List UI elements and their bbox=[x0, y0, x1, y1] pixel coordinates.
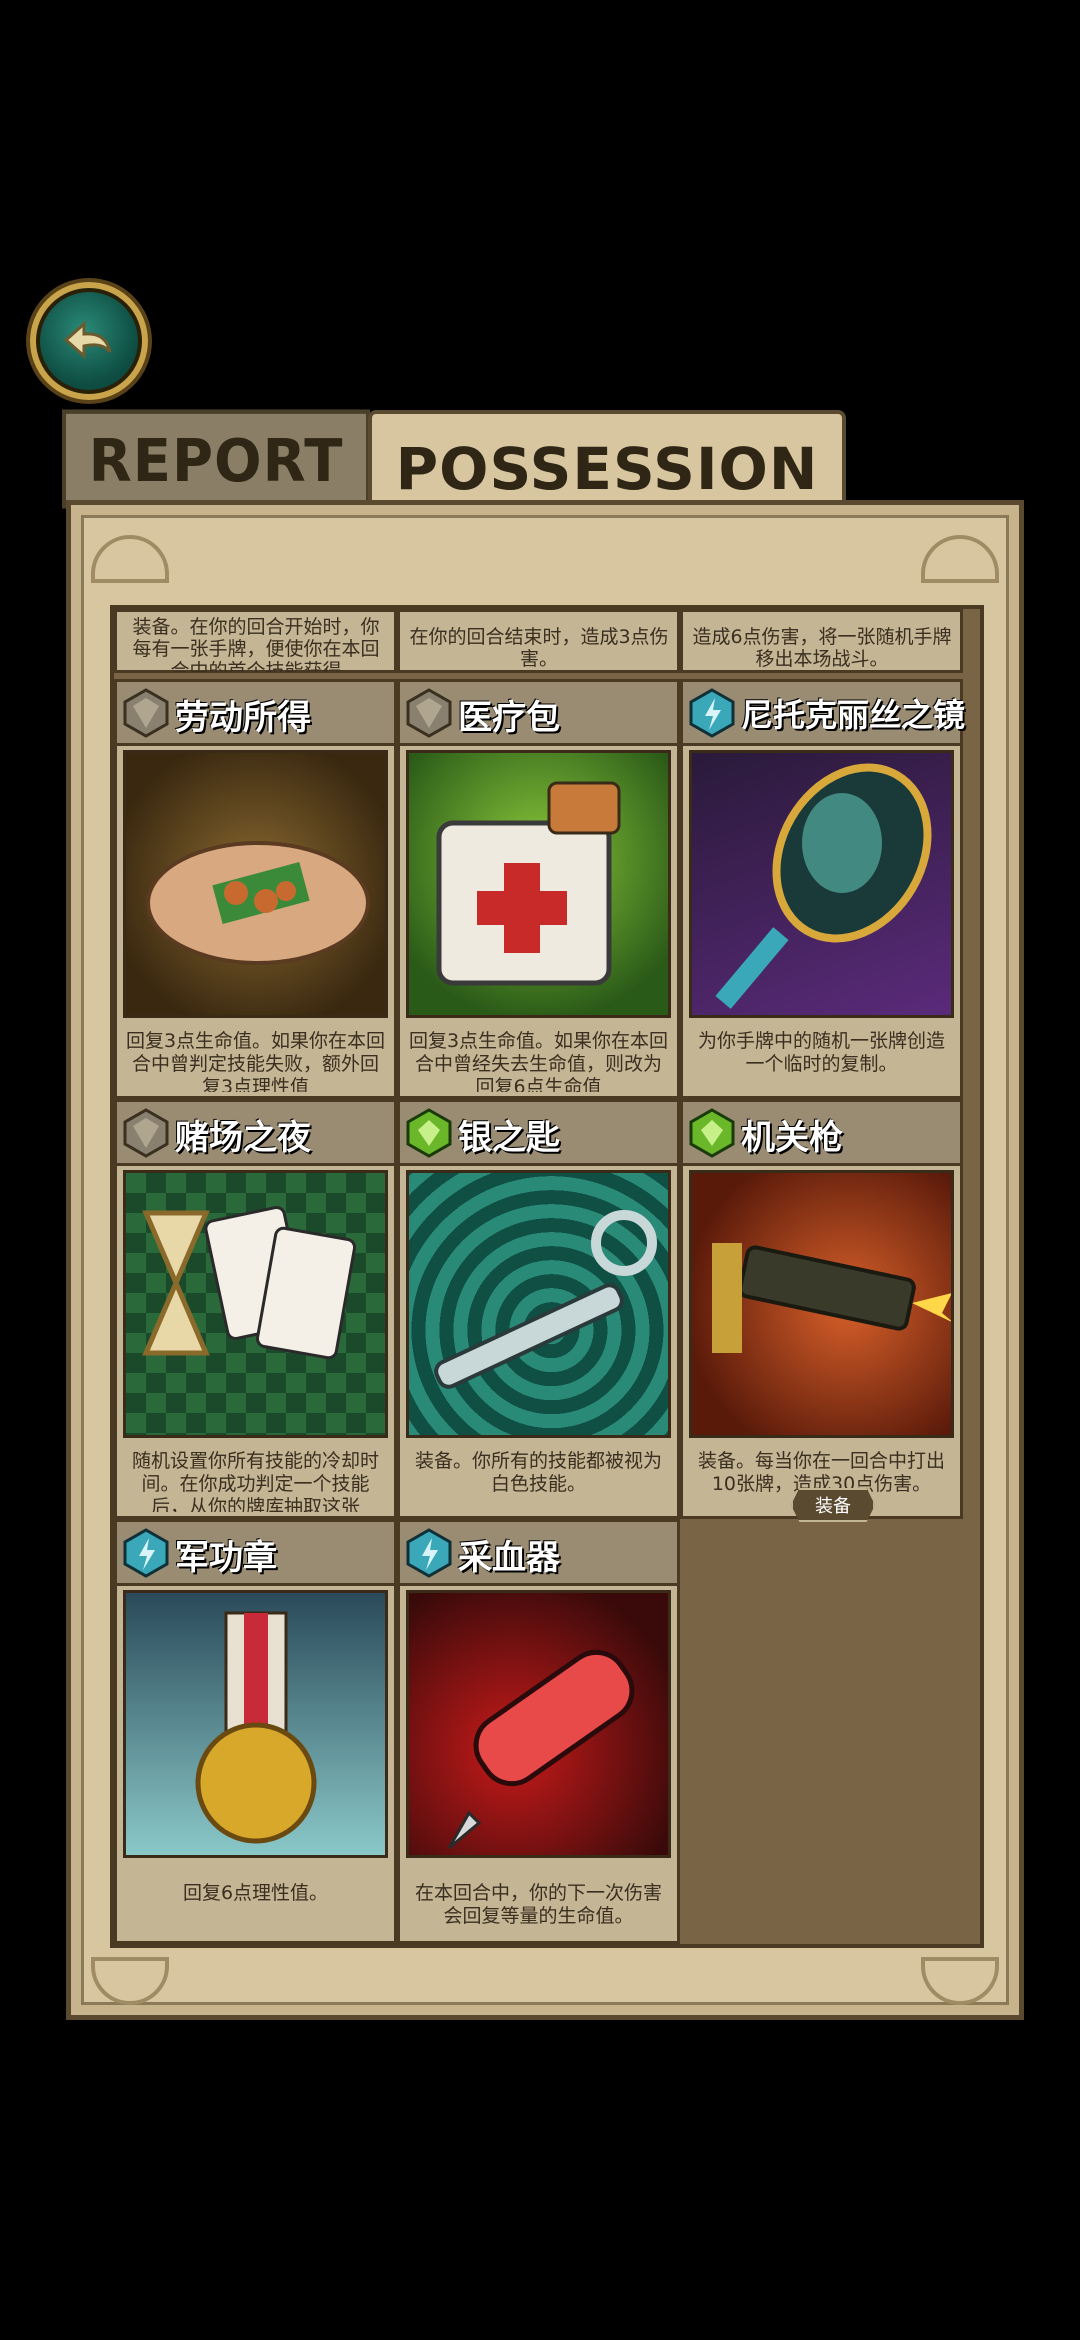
card-description: 装备。在你的回合开始时，你每有一张手牌，便使你在本回合中的首个技能获得 bbox=[132, 616, 380, 672]
ornament-left bbox=[91, 535, 169, 583]
card-description: 回复6点理性值。 bbox=[182, 1882, 329, 1904]
card-title: 采血器 bbox=[458, 1538, 560, 1578]
card-title: 军功章 bbox=[175, 1538, 277, 1578]
card-art-medal bbox=[123, 1590, 388, 1858]
blue-gem-icon bbox=[689, 688, 735, 738]
gray-gem-icon bbox=[123, 688, 169, 738]
card-art-medkit bbox=[406, 750, 671, 1018]
green-gem-icon bbox=[406, 1108, 452, 1158]
card-partial[interactable]: 造成6点伤害，将一张随机手牌移出本场战斗。 bbox=[680, 609, 963, 673]
gray-gem-icon bbox=[123, 1108, 169, 1158]
card-art-key bbox=[406, 1170, 671, 1438]
green-gem-icon bbox=[689, 1108, 735, 1158]
card-art-cards bbox=[123, 1170, 388, 1438]
card-machine-gun[interactable]: 机关枪 装备。每当你在一回合中打出10张牌，造成30点伤害。 装备 bbox=[680, 1099, 963, 1522]
card-title: 尼托克丽丝之镜 bbox=[741, 696, 966, 734]
card-blood-collector[interactable]: 采血器 在本回合中，你的下一次伤害会回复等量的生命值。 bbox=[397, 1519, 680, 1944]
card-title: 银之匙 bbox=[458, 1118, 560, 1158]
card-title: 机关枪 bbox=[741, 1118, 843, 1158]
card-title: 劳动所得 bbox=[175, 698, 311, 738]
card-labor-gain[interactable]: 劳动所得 回复3点生命值。如果你在本回合中曾判定技能失败，额外回复3点理性值 bbox=[114, 679, 397, 1099]
card-art-hands bbox=[123, 750, 388, 1018]
tab-report[interactable]: REPORT bbox=[62, 409, 370, 509]
card-partial[interactable]: 在你的回合结束时，造成3点伤害。 bbox=[397, 609, 680, 673]
card-title: 赌场之夜 bbox=[175, 1118, 311, 1158]
blue-gem-icon bbox=[123, 1528, 169, 1578]
back-arrow-icon bbox=[63, 320, 112, 360]
card-medkit[interactable]: 医疗包 回复3点生命值。如果你在本回合中曾经失去生命值，则改为回复6点生命值 bbox=[397, 679, 680, 1099]
card-description: 随机设置你所有技能的冷却时间。在你成功判定一个技能后，从你的牌库抽取这张 bbox=[131, 1450, 379, 1512]
card-description: 在本回合中，你的下一次伤害会回复等量的生命值。 bbox=[414, 1882, 662, 1927]
card-description: 造成6点伤害，将一张随机手牌移出本场战斗。 bbox=[692, 626, 952, 670]
card-nitocris-mirror[interactable]: 尼托克丽丝之镜 为你手牌中的随机一张牌创造一个临时的复制。 bbox=[680, 679, 966, 1099]
card-description: 为你手牌中的随机一张牌创造一个临时的复制。 bbox=[697, 1030, 945, 1075]
card-casino-night[interactable]: 赌场之夜 随机设置你所有技能的冷却时间。在你成功判定一个技能后，从你的牌库抽取这… bbox=[114, 1099, 397, 1519]
ornament-bottom-left bbox=[91, 1957, 169, 2005]
card-description: 装备。你所有的技能都被视为白色技能。 bbox=[414, 1450, 662, 1495]
card-art-syringe bbox=[406, 1590, 671, 1858]
card-art-machine-gun bbox=[689, 1170, 954, 1438]
card-art-mirror bbox=[689, 750, 954, 1018]
card-military-medal[interactable]: 军功章 回复6点理性值。 bbox=[114, 1519, 397, 1944]
card-partial[interactable]: 装备。在你的回合开始时，你每有一张手牌，便使你在本回合中的首个技能获得 bbox=[114, 609, 397, 673]
card-silver-key[interactable]: 银之匙 装备。你所有的技能都被视为白色技能。 bbox=[397, 1099, 680, 1519]
ornament-bottom-right bbox=[921, 1957, 999, 2005]
back-button[interactable] bbox=[30, 282, 148, 400]
card-title: 医疗包 bbox=[458, 698, 560, 738]
ornament-right bbox=[921, 535, 999, 583]
blue-gem-icon bbox=[406, 1528, 452, 1578]
card-description: 回复3点生命值。如果你在本回合中曾判定技能失败，额外回复3点理性值 bbox=[125, 1030, 386, 1092]
gray-gem-icon bbox=[406, 688, 452, 738]
card-description: 回复3点生命值。如果你在本回合中曾经失去生命值，则改为回复6点生命值 bbox=[408, 1030, 669, 1092]
card-description: 在你的回合结束时，造成3点伤害。 bbox=[409, 626, 669, 670]
possession-grid[interactable]: 装备。在你的回合开始时，你每有一张手牌，便使你在本回合中的首个技能获得 在你的回… bbox=[110, 605, 984, 1948]
equip-badge: 装备 bbox=[791, 1488, 875, 1522]
